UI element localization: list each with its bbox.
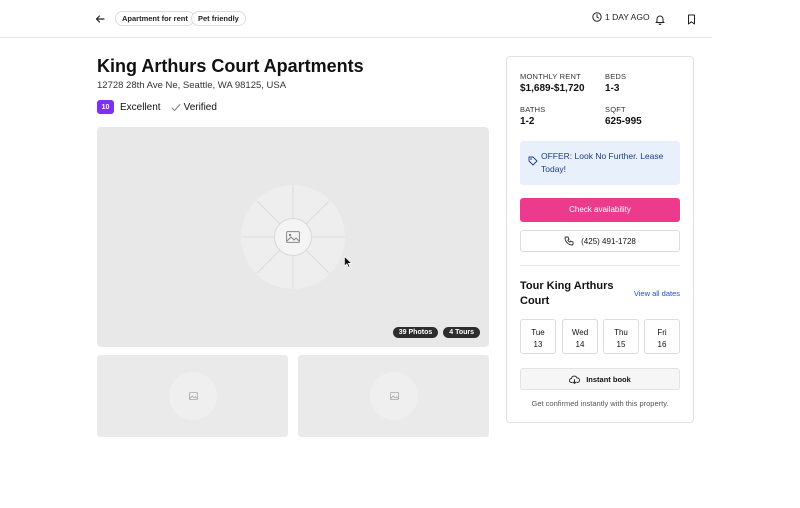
bookmark-icon[interactable] bbox=[683, 11, 699, 27]
sqft-value: 625-995 bbox=[605, 116, 642, 127]
day-date: 14 bbox=[575, 340, 585, 349]
thumbnail-photo[interactable] bbox=[298, 355, 489, 437]
listing-summary-card: MONTHLY RENT $1,689-$1,720 BEDS 1-3 BATH… bbox=[506, 56, 694, 423]
photo-badges: 39 Photos 4 Tours bbox=[392, 327, 480, 338]
image-placeholder-icon bbox=[385, 388, 403, 404]
view-all-dates-link[interactable]: View all dates bbox=[634, 289, 680, 298]
monthly-rent-label: MONTHLY RENT bbox=[520, 72, 581, 81]
tour-title: Tour King Arthurs Court bbox=[520, 280, 614, 307]
confirm-note: Get confirmed instantly with this proper… bbox=[531, 399, 669, 408]
tour-day-tue[interactable]: Tue 13 bbox=[520, 319, 556, 354]
top-bar: Apartment for rent Pet friendly 1 DAY AG… bbox=[0, 0, 712, 38]
offer-banner: OFFER: Look No Further. Lease Today! bbox=[520, 141, 680, 185]
instant-book-label: Instant book bbox=[586, 374, 631, 384]
beds-label: BEDS bbox=[605, 72, 627, 81]
check-icon bbox=[171, 103, 181, 111]
verified-badge: Verified bbox=[171, 102, 217, 113]
chip-pet-friendly[interactable]: Pet friendly bbox=[191, 11, 246, 26]
photos-count-badge[interactable]: 39 Photos bbox=[392, 327, 439, 338]
chip-apartment-for-rent[interactable]: Apartment for rent bbox=[115, 11, 195, 26]
baths-value: 1-2 bbox=[520, 116, 535, 127]
tour-day-thu[interactable]: Thu 15 bbox=[603, 319, 639, 354]
tag-icon bbox=[528, 156, 538, 166]
rating-score-badge: 10 bbox=[97, 100, 114, 114]
phone-icon bbox=[564, 236, 574, 246]
image-placeholder-icon bbox=[274, 218, 312, 256]
back-arrow-icon[interactable] bbox=[92, 11, 108, 27]
day-date: 16 bbox=[657, 340, 667, 349]
page-title: King Arthurs Court Apartments bbox=[97, 56, 364, 76]
tour-day-wed[interactable]: Wed 14 bbox=[562, 319, 598, 354]
posted-time-text: 1 DAY AGO bbox=[605, 12, 650, 22]
day-date: 13 bbox=[533, 340, 543, 349]
rating-row: 10 Excellent Verified bbox=[97, 100, 217, 114]
clock-icon bbox=[592, 12, 602, 22]
phone-number: (425) 491-1728 bbox=[581, 236, 636, 246]
divider bbox=[520, 265, 680, 266]
monthly-rent-value: $1,689-$1,720 bbox=[520, 83, 585, 94]
baths-label: BATHS bbox=[520, 105, 546, 114]
bell-icon[interactable] bbox=[652, 11, 668, 27]
beds-value: 1-3 bbox=[605, 83, 620, 94]
phone-button[interactable]: (425) 491-1728 bbox=[520, 230, 680, 252]
cloud-icon bbox=[569, 375, 581, 384]
address: 12728 28th Ave Ne, Seattle, WA 98125, US… bbox=[97, 80, 287, 91]
mouse-cursor-icon bbox=[344, 255, 353, 273]
main-photo[interactable]: 39 Photos 4 Tours bbox=[97, 127, 489, 347]
tours-count-badge[interactable]: 4 Tours bbox=[443, 327, 480, 338]
offer-text: OFFER: Look No Further. Lease Today! bbox=[541, 151, 664, 174]
tour-day-fri[interactable]: Fri 16 bbox=[644, 319, 680, 354]
day-date: 15 bbox=[616, 340, 626, 349]
check-availability-button[interactable]: Check availability bbox=[520, 198, 680, 222]
posted-time: 1 DAY AGO bbox=[592, 12, 650, 22]
day-of-week: Fri bbox=[657, 328, 667, 337]
instant-book-button[interactable]: Instant book bbox=[520, 368, 680, 390]
rating-text: Excellent bbox=[120, 101, 161, 113]
thumbnail-photo[interactable] bbox=[97, 355, 288, 437]
sqft-label: SQFT bbox=[605, 105, 626, 114]
image-placeholder-icon bbox=[184, 388, 202, 404]
day-of-week: Wed bbox=[571, 328, 589, 337]
verified-text: Verified bbox=[183, 101, 217, 113]
day-of-week: Tue bbox=[531, 328, 545, 337]
day-of-week: Thu bbox=[614, 328, 628, 337]
